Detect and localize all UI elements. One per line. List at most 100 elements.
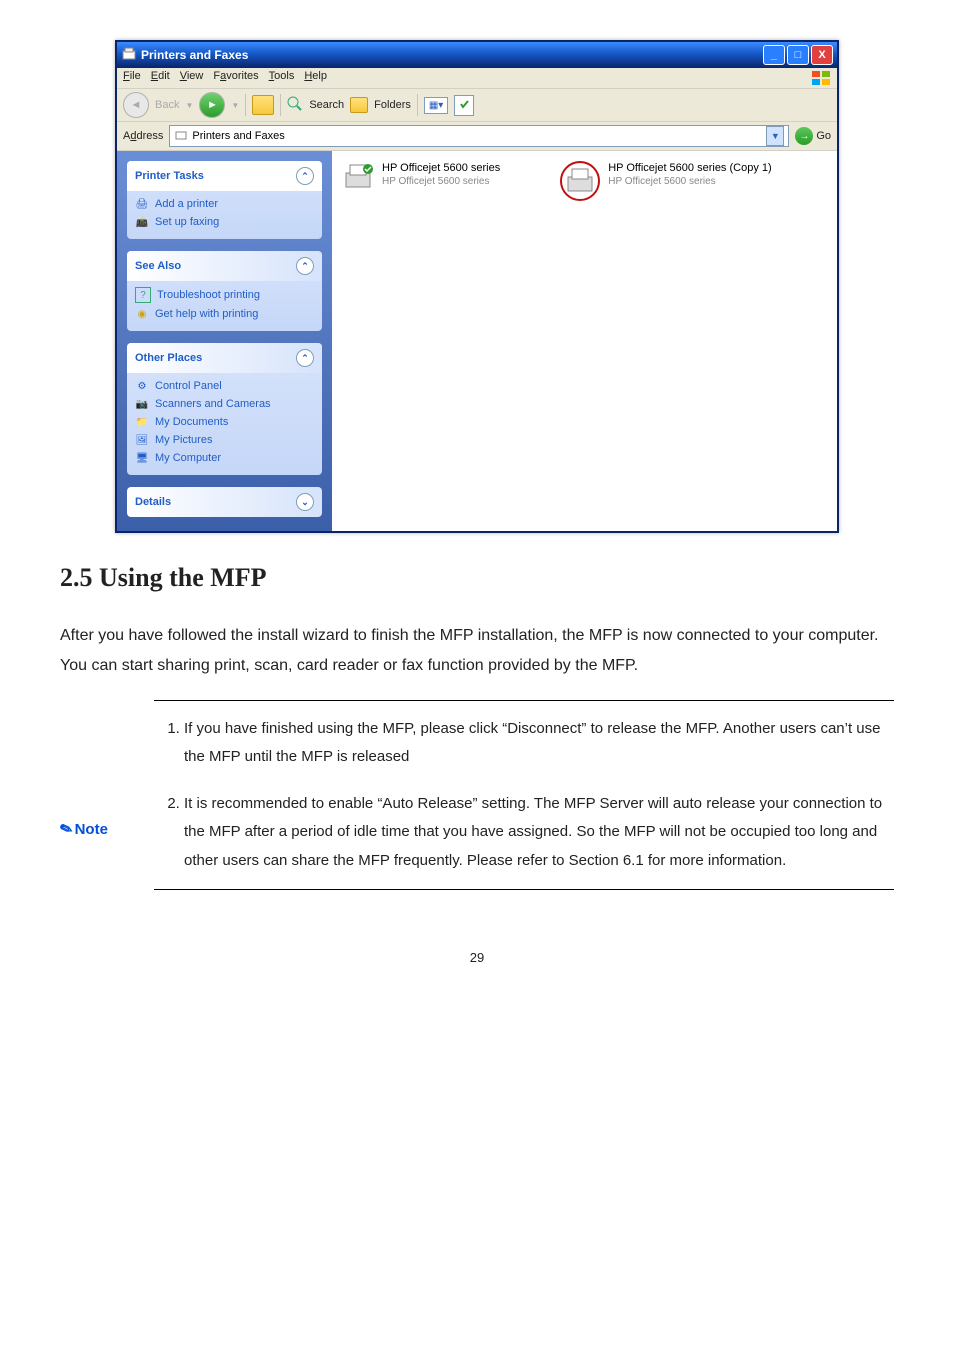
maximize-button[interactable]: □ [787,45,809,65]
menu-tools[interactable]: Tools [269,70,295,86]
chevron-up-icon: ⌃ [296,257,314,275]
printer-sub: HP Officejet 5600 series [382,175,500,189]
separator [417,94,418,116]
printer-icon [342,161,374,193]
link-label: Add a printer [155,198,218,210]
link-label: Get help with printing [155,308,258,320]
chevron-down-icon: ⌄ [296,493,314,511]
note-block: ✎Note If you have finished using the MFP… [60,700,894,891]
printers-list: HP Officejet 5600 series HP Officejet 56… [332,151,837,531]
other-places-panel: Other Places ⌃ ⚙Control Panel 📷 Scanners … [127,343,322,475]
address-dropdown-icon[interactable]: ▼ [766,126,784,146]
panel-title: Printer Tasks [135,170,204,182]
chevron-up-icon: ⌃ [296,167,314,185]
window-title: Printers and Faxes [141,48,248,62]
back-label: Back [155,99,179,111]
control-panel-link[interactable]: ⚙Control Panel [135,379,314,393]
search-button[interactable]: Search [309,99,344,111]
get-help-link[interactable]: ◉ Get help with printing [135,307,314,321]
panel-title: See Also [135,260,181,272]
link-label: My Documents [155,416,228,428]
forward-dropdown-icon[interactable]: ▼ [231,101,239,110]
toolbar: ◄ Back ▼ ► ▼ Search Folders ▦▾ [117,89,837,122]
address-bar: Address Printers and Faxes ▼ → Go [117,122,837,151]
link-label: My Pictures [155,434,212,446]
control-panel-icon: ⚙ [135,379,149,393]
go-icon: → [795,127,813,145]
separator [245,94,246,116]
side-pane: Printer Tasks ⌃ 🖨 Add a printer 📠 Set up f… [117,151,332,531]
setup-faxing-link[interactable]: 📠 Set up faxing [135,215,314,229]
go-button[interactable]: → Go [795,127,831,145]
search-icon [287,96,303,115]
printer-icon [121,46,137,65]
note-label: ✎Note [60,700,130,891]
minimize-button[interactable]: _ [763,45,785,65]
go-label: Go [816,130,831,142]
printers-faxes-window: Printers and Faxes _ □ X File Edit View … [115,40,839,533]
note-item-2: It is recommended to enable “Auto Releas… [184,790,888,876]
folder-icon: 📁 [135,415,149,429]
close-button[interactable]: X [811,45,833,65]
page-number: 29 [60,950,894,965]
back-dropdown-icon[interactable]: ▼ [185,101,193,110]
camera-icon: 📷 [135,397,149,411]
separator [280,94,281,116]
views-button[interactable]: ▦▾ [424,97,448,114]
menu-file[interactable]: File [123,70,141,86]
folders-icon [350,97,368,113]
panel-title: Other Places [135,352,202,364]
printer-icon-circled [560,161,600,201]
link-label: My Computer [155,452,221,464]
printer-item[interactable]: HP Officejet 5600 series HP Officejet 56… [342,161,500,193]
printer-icon [174,128,188,145]
pictures-icon: 🖼 [135,433,149,447]
printer-name: HP Officejet 5600 series [382,161,500,175]
up-folder-button[interactable] [252,95,274,115]
menu-favorites[interactable]: Favorites [213,70,258,86]
my-documents-link[interactable]: 📁 My Documents [135,415,314,429]
panel-title: Details [135,496,171,508]
titlebar: Printers and Faxes _ □ X [117,42,837,68]
details-panel: Details ⌄ [127,487,322,517]
printer-item-highlighted[interactable]: HP Officejet 5600 series (Copy 1) HP Off… [560,161,771,201]
my-pictures-link[interactable]: 🖼 My Pictures [135,433,314,447]
chevron-up-icon: ⌃ [296,349,314,367]
window-body: Printer Tasks ⌃ 🖨 Add a printer 📠 Set up f… [117,151,837,531]
my-computer-link[interactable]: 🖥 My Computer [135,451,314,465]
forward-button[interactable]: ► [199,92,225,118]
link-label: Set up faxing [155,216,219,228]
computer-icon: 🖥 [135,451,149,465]
scanners-link[interactable]: 📷 Scanners and Cameras [135,397,314,411]
xp-flag-icon [811,70,831,86]
printer-sub: HP Officejet 5600 series [608,175,771,189]
address-input[interactable]: Printers and Faxes ▼ [169,125,789,147]
printer-tasks-header[interactable]: Printer Tasks ⌃ [127,161,322,191]
printer-name: HP Officejet 5600 series (Copy 1) [608,161,771,175]
troubleshoot-link[interactable]: ?Troubleshoot printing [135,287,314,303]
body-paragraph: After you have followed the install wiza… [60,621,894,682]
menu-help[interactable]: Help [304,70,327,86]
note-label-text: Note [75,821,108,838]
printer-icon: 🖨 [135,197,149,211]
other-places-header[interactable]: Other Places ⌃ [127,343,322,373]
note-item-1: If you have finished using the MFP, plea… [184,715,888,772]
folders-button[interactable]: Folders [374,99,411,111]
address-label: Address [123,130,163,142]
see-also-panel: See Also ⌃ ?Troubleshoot printing ◉ Get h… [127,251,322,331]
fax-icon: 📠 [135,215,149,229]
see-also-header[interactable]: See Also ⌃ [127,251,322,281]
section-heading: 2.5 Using the MFP [60,563,894,593]
sync-button[interactable] [454,95,474,116]
menubar: File Edit View Favorites Tools Help [117,68,837,89]
printer-tasks-panel: Printer Tasks ⌃ 🖨 Add a printer 📠 Set up f… [127,161,322,239]
add-printer-link[interactable]: 🖨 Add a printer [135,197,314,211]
details-header[interactable]: Details ⌄ [127,487,322,517]
help-icon: ◉ [135,307,149,321]
pencil-icon: ✎ [57,818,75,839]
menu-view[interactable]: View [180,70,204,86]
back-button[interactable]: ◄ [123,92,149,118]
link-label: Scanners and Cameras [155,398,271,410]
link-label: Troubleshoot printing [157,289,260,301]
menu-edit[interactable]: Edit [151,70,170,86]
